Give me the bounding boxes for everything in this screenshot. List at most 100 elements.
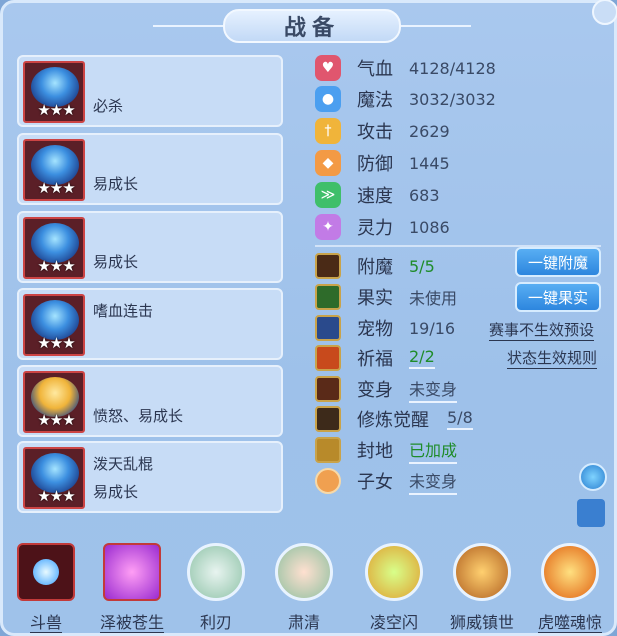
children-icon <box>315 468 341 494</box>
stat-hp: ♥ 气血 4128/4128 <box>315 54 496 82</box>
event-preset-link[interactable]: 赛事不生效预设 <box>489 319 595 341</box>
ring-skill-icon: ★★★ <box>23 371 85 433</box>
skill-stars: ★★★ <box>37 257 75 275</box>
bottom-skill-1[interactable]: 斗兽 <box>11 539 81 635</box>
beast-fight-icon <box>17 543 75 601</box>
stat-attack: † 攻击 2629 <box>315 117 450 145</box>
skill-stars: ★★★ <box>37 101 75 119</box>
status-rules-link[interactable]: 状态生效规则 <box>507 347 598 369</box>
corner-ornament-icon <box>592 0 617 25</box>
one-click-enchant-button[interactable]: 一键附魔 <box>515 247 601 277</box>
enchant-icon <box>315 253 341 279</box>
blessing-icon <box>315 345 341 371</box>
stat-name: 攻击 <box>357 122 393 143</box>
bottom-skill-2[interactable]: 泽被苍生 <box>97 539 167 635</box>
heart-icon: ♥ <box>315 55 341 81</box>
skill-name: 泼天乱棍 <box>93 455 154 473</box>
stat-name: 速度 <box>357 186 393 207</box>
row-cultivation[interactable]: 修炼觉醒 5/8 <box>315 405 473 433</box>
row-value[interactable]: 未变身 <box>409 376 458 403</box>
stat-name: 灵力 <box>357 218 393 239</box>
stat-name: 魔法 <box>357 90 393 111</box>
battle-prep-panel: 战备 ★★★ 必杀 ★★★ 易成长 ★★★ 易成长 ★★★ 嗜血连击 ★★★ 愤… <box>0 0 617 636</box>
title-divider-left <box>153 25 223 27</box>
speed-icon: ≫ <box>315 182 341 208</box>
refresh-icon[interactable] <box>579 463 607 491</box>
row-name: 祈福 <box>357 349 393 370</box>
row-fruit[interactable]: 果实 未使用 <box>315 283 457 311</box>
skill-desc: 易成长 <box>93 483 139 501</box>
row-blessing[interactable]: 祈福 2/2 <box>315 344 435 372</box>
row-value[interactable]: 5/8 <box>447 408 473 430</box>
row-value[interactable]: 已加成 <box>409 437 458 464</box>
spirit-icon: ✦ <box>315 214 341 240</box>
fief-icon <box>315 437 341 463</box>
page-title: 战备 <box>283 16 340 41</box>
sword-icon: † <box>315 118 341 144</box>
bottom-skill-5[interactable]: 凌空闪 <box>359 539 429 635</box>
skill-desc: 必杀 <box>93 97 124 115</box>
row-name: 果实 <box>357 288 393 309</box>
bottom-skill-label: 斗兽 <box>29 613 62 633</box>
fruit-icon <box>315 284 341 310</box>
skill-stars: ★★★ <box>37 334 75 352</box>
row-name: 宠物 <box>357 319 393 340</box>
bow-skill-icon: ★★★ <box>23 61 85 123</box>
share-icon[interactable] <box>577 499 605 527</box>
row-name: 封地 <box>357 441 393 462</box>
bottom-skill-label: 利刃 <box>199 613 232 632</box>
bottom-skill-3[interactable]: 利刃 <box>181 539 251 635</box>
title-bar: 战备 <box>223 9 401 43</box>
stat-value: 1445 <box>409 153 450 173</box>
lion-icon <box>453 543 511 601</box>
mana-icon: ● <box>315 86 341 112</box>
row-fief[interactable]: 封地 已加成 <box>315 436 458 464</box>
skill-stars: ★★★ <box>37 179 75 197</box>
row-children[interactable]: 子女 未变身 <box>315 467 458 495</box>
tiger-icon <box>541 543 599 601</box>
bottom-skill-label: 凌空闪 <box>369 613 418 632</box>
skill-card-1[interactable]: ★★★ 必杀 <box>17 55 283 127</box>
bottom-skill-6[interactable]: 狮威镇世 <box>447 539 517 635</box>
skill-card-5[interactable]: ★★★ 愤怒、易成长 <box>17 365 283 437</box>
row-name: 修炼觉醒 <box>357 410 429 431</box>
one-click-fruit-button[interactable]: 一键果实 <box>515 282 601 312</box>
skill-card-3[interactable]: ★★★ 易成长 <box>17 211 283 283</box>
blessing-hand-icon <box>103 543 161 601</box>
bottom-skill-label: 狮威镇世 <box>449 613 514 632</box>
stat-spirit: ✦ 灵力 1086 <box>315 213 450 241</box>
stat-value: 2629 <box>409 121 450 141</box>
stat-value: 3032/3032 <box>409 89 496 109</box>
row-value: 5/5 <box>409 256 435 276</box>
stat-value: 1086 <box>409 217 450 237</box>
skill-card-6[interactable]: ★★★ 泼天乱棍 易成长 <box>17 441 283 513</box>
skill-desc: 愤怒、易成长 <box>93 407 184 425</box>
bottom-skill-label: 虎噬魂惊 <box>537 613 602 633</box>
whip-skill-icon: ★★★ <box>23 294 85 356</box>
bottom-skill-7[interactable]: 虎噬魂惊 <box>535 539 605 635</box>
skill-desc: 易成长 <box>93 175 139 193</box>
skill-stars: ★★★ <box>37 487 75 505</box>
row-name: 附魔 <box>357 257 393 278</box>
blade-icon <box>187 543 245 601</box>
armor-skill-icon: ★★★ <box>23 139 85 201</box>
skill-card-2[interactable]: ★★★ 易成长 <box>17 133 283 205</box>
cultivation-icon <box>315 406 341 432</box>
stat-name: 气血 <box>357 59 393 80</box>
skill-card-4[interactable]: ★★★ 嗜血连击 <box>17 288 283 360</box>
helmet-skill-icon: ★★★ <box>23 217 85 279</box>
bottom-skill-4[interactable]: 肃清 <box>269 539 339 635</box>
row-transform[interactable]: 变身 未变身 <box>315 375 458 403</box>
stat-speed: ≫ 速度 683 <box>315 181 440 209</box>
row-enchant[interactable]: 附魔 5/5 <box>315 252 435 280</box>
stat-mp: ● 魔法 3032/3032 <box>315 85 496 113</box>
bottom-skill-label: 泽被苍生 <box>99 613 164 633</box>
row-value[interactable]: 2/2 <box>409 347 435 369</box>
row-name: 变身 <box>357 380 393 401</box>
pet-icon <box>315 315 341 341</box>
stat-value: 4128/4128 <box>409 58 496 78</box>
row-value[interactable]: 未变身 <box>409 468 458 495</box>
row-value: 未使用 <box>409 289 458 308</box>
row-pet[interactable]: 宠物 19/16 <box>315 314 455 342</box>
transform-icon <box>315 376 341 402</box>
